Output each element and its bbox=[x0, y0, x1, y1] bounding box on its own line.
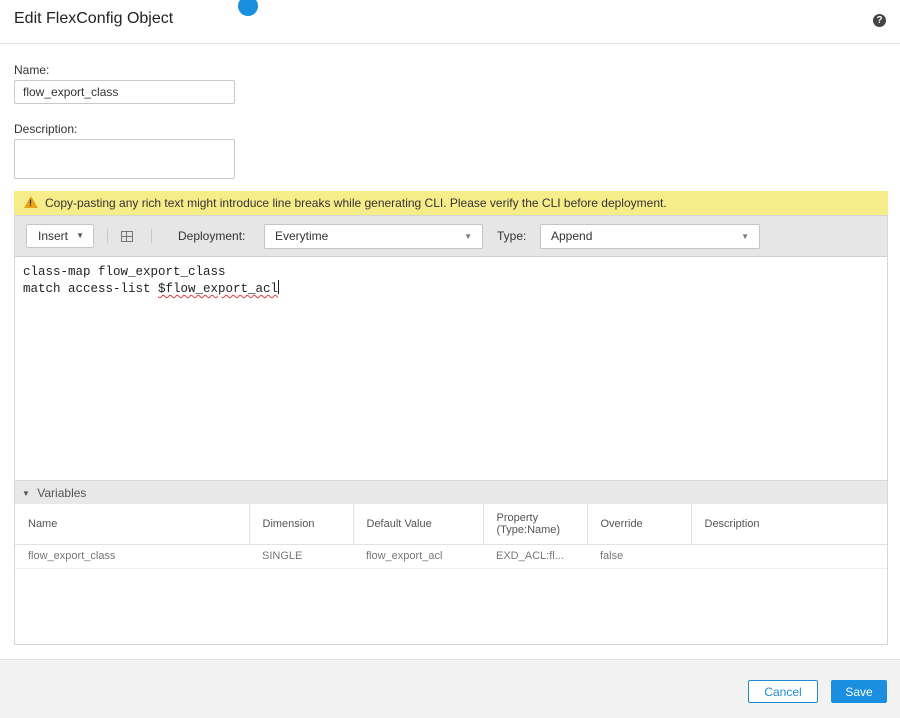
deployment-value: Everytime bbox=[275, 229, 329, 243]
variables-table-header-row: Name Dimension Default Value Property (T… bbox=[15, 504, 887, 545]
column-header-override: Override bbox=[587, 504, 692, 545]
chevron-down-icon: ▼ bbox=[76, 231, 84, 240]
code-variable-reference: $flow_export_acl bbox=[158, 282, 279, 296]
cli-code-editor[interactable]: class-map flow_export_class match access… bbox=[23, 264, 280, 297]
triangle-down-icon: ▼ bbox=[22, 489, 30, 498]
type-value: Append bbox=[551, 229, 593, 243]
column-header-name: Name bbox=[15, 504, 250, 545]
variable-default-value-cell: flow_export_acl bbox=[353, 544, 483, 569]
toolbar-divider bbox=[107, 229, 108, 243]
cancel-button[interactable]: Cancel bbox=[748, 680, 818, 703]
variable-description-cell bbox=[691, 544, 887, 569]
code-line-2: match access-list $flow_export_acl bbox=[23, 280, 280, 296]
editor-toolbar: Insert ▼ Deployment: Everytime ▼ Type: A… bbox=[15, 216, 887, 257]
deployment-select[interactable]: Everytime ▼ bbox=[264, 224, 483, 249]
cli-editor-panel: Insert ▼ Deployment: Everytime ▼ Type: A… bbox=[14, 215, 888, 645]
name-label: Name: bbox=[14, 63, 50, 77]
description-input[interactable] bbox=[14, 139, 235, 179]
code-line-1: class-map flow_export_class bbox=[23, 265, 226, 279]
deployment-label: Deployment: bbox=[178, 229, 246, 243]
code-line-2-text: match access-list bbox=[23, 282, 159, 296]
name-input[interactable] bbox=[14, 80, 235, 104]
variable-dimension-cell: SINGLE bbox=[249, 544, 353, 569]
variables-section-toggle[interactable]: ▼ Variables bbox=[15, 480, 887, 504]
insert-button-label: Insert bbox=[38, 229, 69, 243]
variable-property-cell: EXD_ACL:fl... bbox=[483, 544, 587, 569]
column-header-dimension: Dimension bbox=[249, 504, 354, 545]
pointer-indicator bbox=[238, 0, 258, 16]
table-row[interactable]: flow_export_class SINGLE flow_export_acl… bbox=[15, 544, 887, 569]
text-caret bbox=[278, 280, 280, 294]
column-header-description: Description bbox=[691, 504, 887, 545]
type-select[interactable]: Append ▼ bbox=[540, 224, 760, 249]
column-header-default-value: Default Value bbox=[353, 504, 484, 545]
variables-table: Name Dimension Default Value Property (T… bbox=[15, 504, 887, 569]
column-header-property: Property (Type:Name) bbox=[483, 504, 588, 545]
insert-button[interactable]: Insert ▼ bbox=[26, 224, 94, 248]
chevron-down-icon: ▼ bbox=[464, 232, 472, 241]
variables-section-label: Variables bbox=[37, 486, 87, 500]
dialog-title: Edit FlexConfig Object bbox=[14, 10, 174, 27]
table-icon[interactable] bbox=[121, 231, 133, 242]
chevron-down-icon: ▼ bbox=[741, 232, 749, 241]
variable-name-cell: flow_export_class bbox=[15, 544, 249, 569]
rich-text-warning-banner: ! Copy-pasting any rich text might intro… bbox=[14, 191, 888, 215]
warning-icon: ! bbox=[24, 196, 38, 208]
warning-text: Copy-pasting any rich text might introdu… bbox=[45, 196, 667, 210]
toolbar-divider bbox=[151, 229, 152, 243]
description-label: Description: bbox=[14, 122, 78, 136]
variable-override-cell: false bbox=[587, 544, 691, 569]
help-icon[interactable]: ? bbox=[873, 14, 886, 27]
edit-flexconfig-dialog: Edit FlexConfig Object ? Name: Descripti… bbox=[0, 0, 900, 718]
type-label: Type: bbox=[497, 229, 527, 243]
dialog-header: Edit FlexConfig Object ? bbox=[0, 0, 900, 44]
save-button[interactable]: Save bbox=[831, 680, 887, 703]
dialog-footer: Cancel Save bbox=[0, 659, 900, 718]
